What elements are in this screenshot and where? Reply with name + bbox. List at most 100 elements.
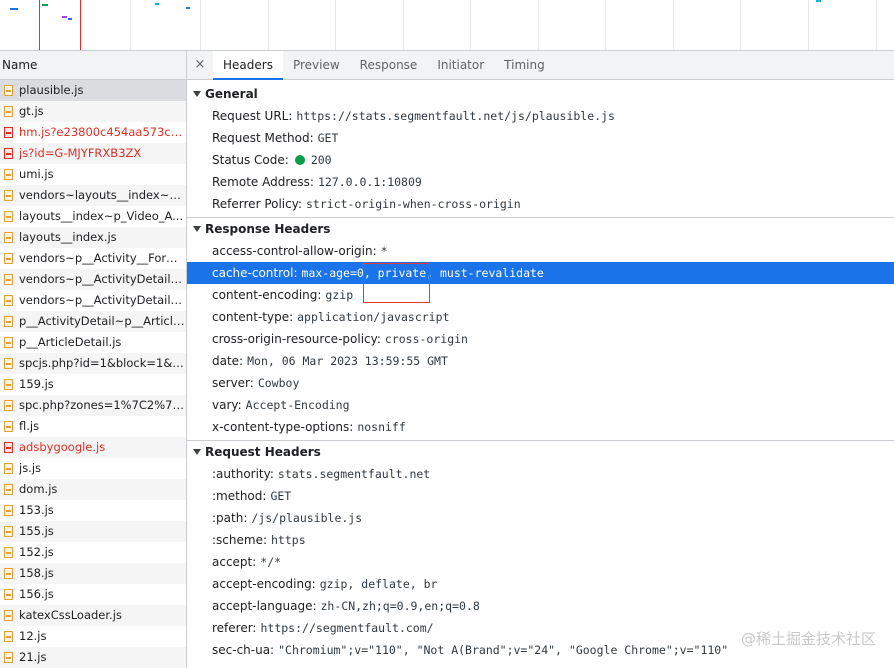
request-header-value: GET [270,489,292,503]
status-ok-icon [294,155,305,165]
response-header-key: date: [212,354,244,368]
request-header-row[interactable]: :path:/js/plausible.js [187,507,894,529]
request-row[interactable]: spc.php?zones=1%7C2%7C... [0,395,186,416]
response-header-row[interactable]: content-type: application/javascript [187,306,894,328]
network-overview-timeline[interactable] [0,0,894,51]
request-row[interactable]: adsbygoogle.js [0,437,186,458]
request-row[interactable]: gt.js [0,101,186,122]
section-title: Response Headers [205,222,331,236]
response-header-row[interactable]: server: Cowboy [187,372,894,394]
script-file-icon [4,631,13,642]
timeline-gridline [335,0,336,50]
request-row[interactable]: 153.js [0,500,186,521]
response-headers-section-header[interactable]: Response Headers [187,218,894,240]
request-row[interactable]: js?id=G-MJYFRXB3ZX [0,143,186,164]
response-header-row[interactable]: content-encoding: gzip [187,284,894,306]
request-name: gt.js [19,104,44,118]
script-file-icon [4,484,13,495]
request-row[interactable]: 21.js [0,647,186,668]
request-name: 158.js [19,566,54,580]
general-field-row[interactable]: Request URL: https://stats.segmentfault.n… [187,105,894,127]
request-header-key: :scheme: [212,533,267,547]
request-row[interactable]: 12.js [0,626,186,647]
request-header-row[interactable]: :method: GET [187,485,894,507]
request-row[interactable]: layouts__index~p_Video_A... [0,206,186,227]
request-header-row[interactable]: accept-language: zh-CN,zh;q=0.9,en;q=0.8 [187,595,894,617]
timeline-gridline [470,0,471,50]
request-header-key: sec-ch-ua: [212,643,275,657]
request-row[interactable]: plausible.js [0,80,186,101]
request-row[interactable]: vendors~p__ActivityDetail~... [0,290,186,311]
tab-initiator[interactable]: Initiator [427,51,494,79]
load-event-marker [80,0,81,50]
response-header-row[interactable]: vary: Accept-Encoding [187,394,894,416]
response-header-row[interactable]: x-content-type-options: nosniff [187,416,894,438]
general-field-row[interactable]: Remote Address: 127.0.0.1:10809 [187,171,894,193]
request-row[interactable]: dom.js [0,479,186,500]
request-header-row[interactable]: accept-encoding: gzip, deflate, br [187,573,894,595]
tab-response[interactable]: Response [350,51,428,79]
close-details-icon[interactable]: × [187,51,213,79]
tab-preview[interactable]: Preview [283,51,350,79]
request-header-row[interactable]: accept: */* [187,551,894,573]
request-name: p__ActivityDetail~p__Article... [19,314,186,328]
request-row[interactable]: vendors~p__ActivityDetail~... [0,269,186,290]
general-field-row[interactable]: Request Method: GET [187,127,894,149]
request-row[interactable]: spcjs.php?id=1&block=1&r... [0,353,186,374]
request-row[interactable]: 156.js [0,584,186,605]
tab-headers[interactable]: Headers [213,51,283,80]
request-name: vendors~layouts__index~p_... [19,188,186,202]
general-field-row[interactable]: Status Code: 200 [187,149,894,171]
response-header-row[interactable]: date: Mon, 06 Mar 2023 13:59:55 GMT [187,350,894,372]
request-name: adsbygoogle.js [19,440,106,454]
request-row[interactable]: p__ActivityDetail~p__Article... [0,311,186,332]
script-file-icon [4,379,13,390]
response-header-row[interactable]: access-control-allow-origin: * [187,240,894,262]
request-row[interactable]: 155.js [0,521,186,542]
name-column-header[interactable]: Name [0,51,186,80]
request-headers-section-header[interactable]: Request Headers [187,441,894,463]
request-header-value: zh-CN,zh;q=0.9,en;q=0.8 [320,599,480,613]
general-field-key: Request Method: [212,131,314,145]
request-row[interactable]: 158.js [0,563,186,584]
request-row[interactable]: 152.js [0,542,186,563]
timeline-gridline [740,0,741,50]
request-header-row[interactable]: :authority: stats.segmentfault.net [187,463,894,485]
script-file-icon [4,547,13,558]
request-name: 152.js [19,545,54,559]
request-row[interactable]: p__ArticleDetail.js [0,332,186,353]
script-file-icon [4,316,13,327]
script-file-icon [4,442,13,453]
request-row[interactable]: umi.js [0,164,186,185]
general-field-row[interactable]: Referrer Policy: strict-origin-when-cross… [187,193,894,215]
response-header-value: max-age=0, private, must-revalidate [301,266,544,280]
timeline-bar [42,4,48,6]
general-field-value: GET [317,131,339,145]
expand-triangle-icon [193,449,201,455]
request-row[interactable]: katexCssLoader.js [0,605,186,626]
response-header-key: content-type: [212,310,294,324]
response-header-value: gzip [325,288,354,302]
request-name: spcjs.php?id=1&block=1&r... [19,356,186,370]
response-header-row[interactable]: cross-origin-resource-policy: cross-origi… [187,328,894,350]
timeline-gridline [876,0,877,50]
request-row[interactable]: vendors~layouts__index~p_... [0,185,186,206]
tab-timing[interactable]: Timing [494,51,555,79]
script-file-icon [4,106,13,117]
request-row[interactable]: js.js [0,458,186,479]
general-section-header[interactable]: General [187,83,894,105]
general-field-key: Referrer Policy: [212,197,302,211]
request-row[interactable]: 159.js [0,374,186,395]
request-header-row[interactable]: :scheme: https [187,529,894,551]
request-row[interactable]: vendors~p__Activity__Form... [0,248,186,269]
script-file-icon [4,337,13,348]
script-file-icon [4,400,13,411]
request-header-key: referer: [212,621,257,635]
timeline-gridline [808,0,809,50]
request-row[interactable]: hm.js?e23800c454aa573c0c... [0,122,186,143]
script-file-icon [4,274,13,285]
request-row[interactable]: layouts__index.js [0,227,186,248]
request-list[interactable]: Name plausible.js gt.js hm.js?e23800c454aa… [0,51,187,668]
response-header-row[interactable]: cache-control: max-age=0, private, must-r… [187,262,894,284]
request-row[interactable]: fl.js [0,416,186,437]
